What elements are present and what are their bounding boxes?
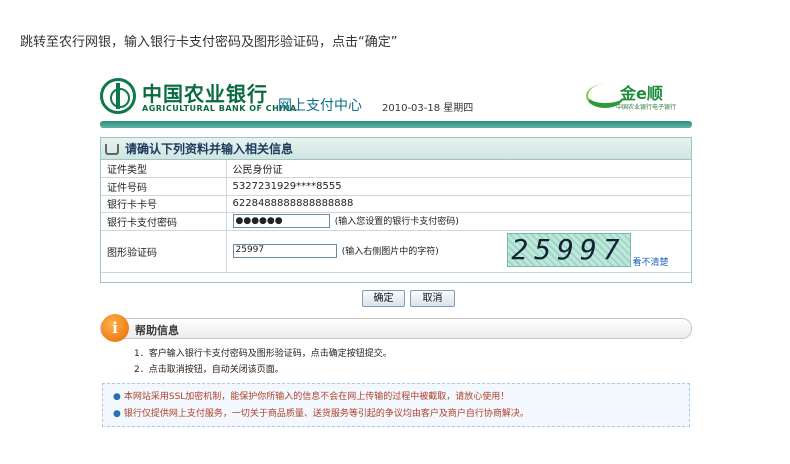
brand-name: 金e顺 — [620, 84, 663, 103]
bullet-icon: ● — [113, 392, 121, 402]
notice-text: 银行仅提供网上支付服务，一切关于商品质量、送货服务等引起的争议均由客户及商户自行… — [123, 409, 529, 419]
payment-center-title: 网上支付中心 — [278, 98, 362, 114]
captcha-refresh-link[interactable]: 看不清楚 — [633, 255, 669, 268]
abc-logo-icon — [100, 78, 136, 114]
cart-icon — [105, 144, 119, 155]
header-divider-bar — [100, 121, 692, 128]
list-item: ● 银行仅提供网上支付服务，一切关于商品质量、送货服务等引起的争议均由客户及商户自… — [113, 406, 689, 423]
panel-title: 请确认下列资料并输入相关信息 — [125, 142, 294, 156]
bank-name-en: AGRICULTURAL BANK OF CHINA — [142, 104, 297, 113]
card-number-value: 6228488888888888888 — [226, 195, 691, 213]
table-row: 银行卡卡号 6228488888888888888 — [101, 195, 691, 213]
table-row: 银行卡支付密码 ●●●●●● (输入您设置的银行卡支付密码) — [101, 212, 691, 231]
list-item: 2．点击取消按钮，自动关闭该页面。 — [134, 365, 284, 375]
id-number-label: 证件号码 — [101, 177, 227, 196]
bullet-icon: ● — [113, 409, 121, 419]
info-icon: i — [101, 314, 129, 342]
instruction-text: 跳转至农行网银，输入银行卡支付密码及图形验证码，点击“确定” — [20, 35, 398, 50]
confirm-button[interactable]: 确定 — [362, 290, 405, 307]
help-title: 帮助信息 — [135, 324, 179, 337]
captcha-hint: (输入右侧图片中的字符) — [341, 247, 439, 257]
current-date: 2010-03-18 星期四 — [382, 103, 474, 114]
captcha-input[interactable]: 25997 — [232, 244, 337, 258]
jineshun-brand-logo: 金e顺 中国农业银行电子银行 — [586, 80, 686, 114]
table-row: 证件号码 5327231929****8555 — [101, 177, 691, 196]
id-type-value: 公民身份证 — [226, 160, 691, 178]
payment-form-table: 证件类型 公民身份证 证件号码 5327231929****8555 银行卡卡号… — [101, 160, 691, 273]
captcha-label: 图形验证码 — [101, 230, 227, 273]
captcha-image: 25997 — [506, 232, 631, 267]
card-password-input[interactable]: ●●●●●● — [232, 214, 330, 229]
cancel-button[interactable]: 取消 — [410, 290, 455, 307]
list-item: 1．客户输入银行卡支付密码及图形验证码，点击确定按钮提交。 — [134, 349, 392, 359]
id-type-label: 证件类型 — [101, 160, 227, 178]
security-notice: ● 本网站采用SSL加密机制，能保护你所输入的信息不会在网上传输的过程中被截取，请… — [102, 383, 690, 427]
notice-text: 本网站采用SSL加密机制，能保护你所输入的信息不会在网上传输的过程中被截取，请放… — [123, 392, 510, 402]
help-header: i 帮助信息 — [100, 314, 692, 342]
payment-form-panel: 请确认下列资料并输入相关信息 证件类型 公民身份证 证件号码 532723192… — [100, 137, 692, 283]
card-password-cell: ●●●●●● (输入您设置的银行卡支付密码) — [226, 212, 691, 231]
id-number-value: 5327231929****8555 — [226, 177, 691, 196]
table-row: 证件类型 公民身份证 — [101, 160, 691, 178]
list-item: ● 本网站采用SSL加密机制，能保护你所输入的信息不会在网上传输的过程中被截取，请… — [113, 389, 689, 406]
captcha-cell: 25997 (输入右侧图片中的字符) 25997 看不清楚 — [226, 230, 691, 273]
panel-header: 请确认下列资料并输入相关信息 — [101, 138, 691, 160]
card-password-label: 银行卡支付密码 — [101, 212, 227, 231]
table-row: 图形验证码 25997 (输入右侧图片中的字符) 25997 看不清楚 — [101, 230, 691, 273]
bank-name-cn: 中国农业银行 — [142, 82, 268, 106]
card-number-label: 银行卡卡号 — [101, 195, 227, 213]
help-list: 1．客户输入银行卡支付密码及图形验证码，点击确定按钮提交。 2．点击取消按钮，自… — [134, 346, 392, 378]
card-password-hint: (输入您设置的银行卡支付密码) — [334, 217, 459, 228]
brand-sub: 中国农业银行电子银行 — [616, 104, 677, 111]
bank-header: 中国农业银行 AGRICULTURAL BANK OF CHINA 网上支付中心… — [100, 76, 692, 122]
